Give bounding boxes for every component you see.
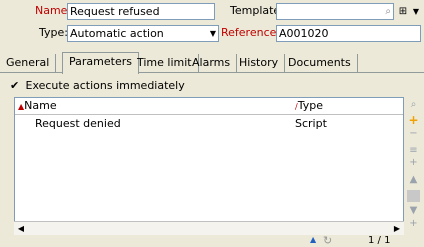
zoom-icon[interactable]: ⊞: [397, 3, 409, 20]
row-type: Script: [295, 117, 327, 130]
move-down-icon[interactable]: ▼: [407, 205, 420, 217]
minus-icon[interactable]: −: [407, 128, 420, 140]
tab-documents[interactable]: Documents: [282, 54, 358, 73]
tab-parameters[interactable]: Parameters: [62, 52, 139, 74]
execute-checkbox-label: Execute actions immediately: [25, 79, 185, 92]
list-row[interactable]: Request denied Script: [15, 117, 403, 131]
tab-general[interactable]: General: [0, 54, 57, 73]
name-label: Name:: [35, 4, 72, 17]
search-icon[interactable]: ⌕: [385, 4, 391, 19]
plus-icon[interactable]: +: [407, 114, 420, 126]
row-name: Request denied: [35, 117, 121, 130]
name-field[interactable]: Request refused: [67, 3, 215, 20]
page-indicator: 1 / 1: [368, 235, 391, 246]
duplicate-icon[interactable]: ≡: [407, 145, 420, 157]
parameters-list[interactable]: ▲Name ∕Type Request denied Script: [14, 97, 404, 232]
chevron-down-icon: ▼: [209, 29, 216, 38]
scroll-track[interactable]: [407, 190, 420, 202]
execute-checkbox[interactable]: ✔ Execute actions immediately: [10, 79, 185, 92]
type-value: Automatic action: [70, 27, 164, 40]
list-toolbar: ⌕ + − ≡ + ▲ ▼ +: [406, 97, 420, 232]
tab-history[interactable]: History: [233, 54, 286, 73]
sort-up-icon[interactable]: ▲: [310, 235, 316, 244]
add-below-icon[interactable]: +: [407, 218, 420, 230]
status-bar: ▲ ↻ 1 / 1: [14, 234, 404, 247]
column-header-name[interactable]: ▲Name: [18, 99, 57, 112]
scroll-right-icon[interactable]: ▶: [390, 222, 404, 235]
type-label: Type:: [39, 26, 68, 39]
search-icon[interactable]: ⌕: [407, 99, 420, 111]
refresh-icon[interactable]: ↻: [323, 234, 332, 247]
type-select[interactable]: Automatic action ▼: [67, 25, 219, 42]
reference-field[interactable]: A001020: [276, 25, 421, 42]
tab-alarms[interactable]: Alarms: [186, 54, 238, 73]
horizontal-scrollbar[interactable]: ◀ ▶: [14, 221, 404, 235]
add-icon[interactable]: +: [407, 157, 420, 169]
tab-bar: General Parameters Time limit Alarms His…: [0, 52, 424, 74]
column-header-type[interactable]: ∕Type: [295, 99, 323, 112]
reference-label: Reference:: [221, 26, 281, 39]
move-up-icon[interactable]: ▲: [407, 174, 420, 186]
template-field[interactable]: ⌕: [276, 3, 394, 20]
list-header: ▲Name ∕Type: [15, 98, 403, 115]
checkmark-icon: ✔: [10, 79, 20, 92]
chevron-down-icon[interactable]: ▼: [411, 3, 421, 20]
scroll-left-icon[interactable]: ◀: [14, 222, 28, 235]
